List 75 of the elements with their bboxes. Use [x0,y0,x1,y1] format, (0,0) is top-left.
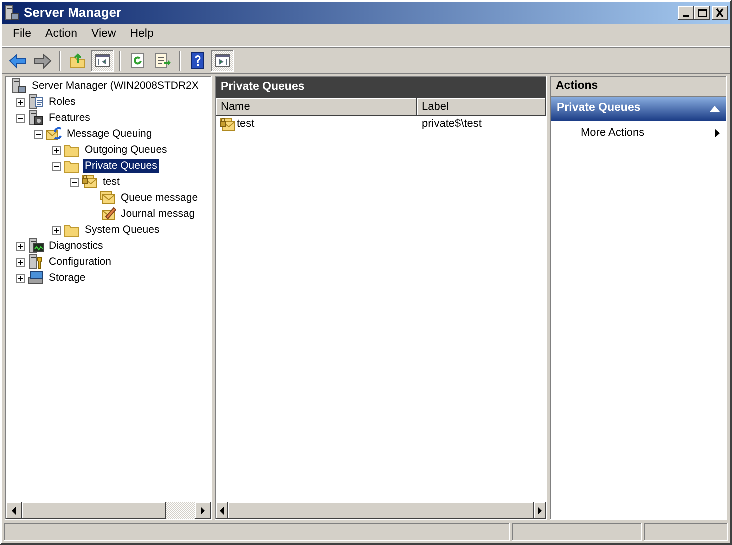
arrow-left-icon [11,506,17,514]
console-tree-button[interactable] [91,50,114,72]
menu-item[interactable]: Help [123,24,161,46]
tree-item[interactable]: Server Manager (WIN2008STDR2X [30,79,201,93]
menu-item[interactable]: File [6,24,39,46]
panel-icon [94,52,112,70]
tree-item[interactable]: Message Queuing [65,127,154,141]
refresh-icon [128,52,146,70]
arrow-left-icon [218,506,225,514]
arrow-left-icon [8,52,26,70]
column-header[interactable]: Name [216,98,417,116]
menu-item[interactable]: View [84,24,124,46]
expand-icon[interactable] [16,98,24,106]
close-button[interactable] [712,6,728,20]
expand-icon[interactable] [52,146,60,154]
server-icon [28,238,44,254]
collapse-icon[interactable] [70,178,78,186]
close-icon [715,8,725,18]
action-link[interactable]: More Actions [581,124,645,142]
action-pane-button[interactable] [211,50,234,72]
envelope-icon [100,206,116,222]
queue-name[interactable]: test [237,116,255,133]
scroll-right-button[interactable] [534,502,546,519]
menu-item[interactable]: Action [38,24,84,46]
tree-item[interactable]: Private Queues [83,159,160,173]
envelope-icon [100,190,116,206]
collapse-icon[interactable] [34,130,42,138]
expand-icon[interactable] [16,258,24,266]
help-icon [188,52,206,70]
tree-item[interactable]: Journal messag [119,207,198,221]
scroll-left-button[interactable] [216,502,228,519]
export-icon [154,52,172,70]
scroll-left-button[interactable] [6,502,22,519]
maximize-button[interactable] [694,6,710,20]
tree-item[interactable]: Configuration [47,255,114,269]
tree-item[interactable]: test [101,175,122,189]
server-icon [28,110,44,126]
server-icon [28,94,44,110]
envelope-icon [82,174,98,190]
queue-label: private$\test [422,117,482,132]
section-header[interactable]: Private Queues [551,97,726,121]
minimize-button[interactable] [678,6,694,20]
envelope-icon [46,126,62,142]
expand-icon[interactable] [16,274,24,282]
server-icon [28,254,44,270]
tree-item[interactable]: Features [47,111,92,125]
column-header[interactable]: Label [417,98,546,116]
server-icon [11,78,27,94]
pane-title: Private Queues [216,77,546,98]
expand-icon[interactable] [52,226,60,234]
expand-icon[interactable] [16,242,24,250]
scroll-right-button[interactable] [195,502,211,519]
pane-title: Actions [551,77,726,97]
section-title: Private Queues [557,101,641,116]
arrow-right-icon [537,506,544,514]
panel-icon [214,52,232,70]
collapse-icon[interactable] [52,162,60,170]
scroll-thumb[interactable] [22,502,166,519]
maximize-icon [697,8,707,18]
folder-icon [68,52,86,70]
tree-item[interactable]: System Queues [83,223,162,237]
minimize-icon [683,15,689,17]
tree-item[interactable]: Queue message [119,191,200,205]
arrow-right-icon [34,52,52,70]
disk-icon [28,270,44,286]
collapse-icon[interactable] [16,114,24,122]
window-title: Server Manager [24,4,123,22]
scrollbar[interactable] [6,502,211,519]
tree-item[interactable]: Roles [47,95,78,109]
server-icon [4,5,20,21]
tree-item[interactable]: Outgoing Queues [83,143,170,157]
tree-item[interactable]: Diagnostics [47,239,106,253]
arrow-right-icon [200,506,206,514]
tree-item[interactable]: Storage [47,271,88,285]
envelope-icon [220,116,236,132]
